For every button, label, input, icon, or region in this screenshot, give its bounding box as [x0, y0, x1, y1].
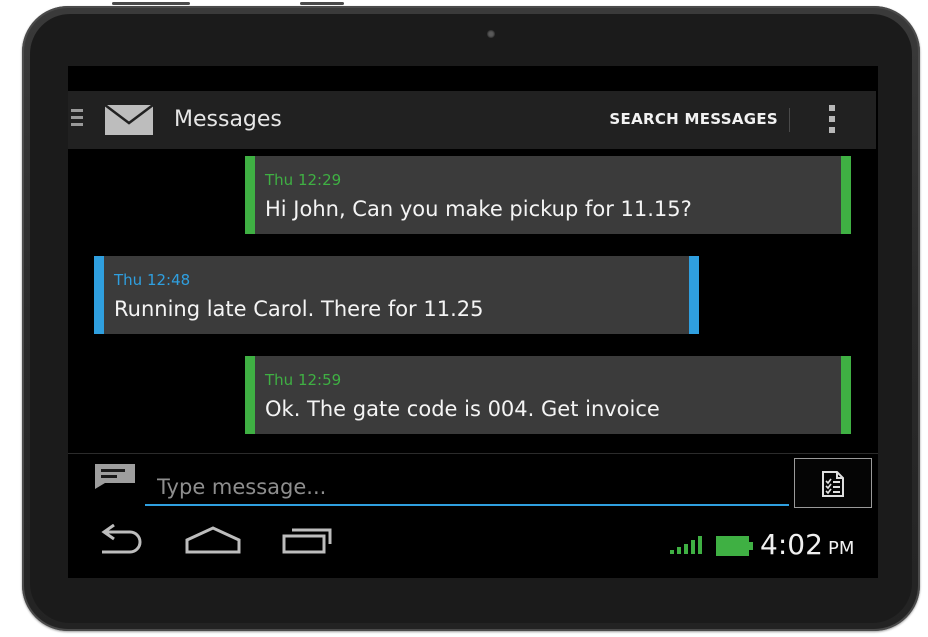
screen: Messages SEARCH MESSAGES Thu 12:29 Hi Jo… — [68, 66, 878, 578]
action-divider — [789, 108, 790, 132]
message-accent-bar — [245, 156, 255, 234]
compose-divider — [68, 453, 878, 454]
home-icon[interactable] — [184, 524, 242, 556]
message-accent-bar — [841, 156, 851, 234]
drawer-menu-icon[interactable] — [71, 109, 83, 130]
clock-ampm: PM — [828, 538, 855, 559]
search-messages-button[interactable]: SEARCH MESSAGES — [609, 110, 778, 128]
message-text: Running late Carol. There for 11.25 — [114, 297, 484, 321]
battery-icon — [716, 536, 753, 556]
message-bubble[interactable]: Thu 12:59 Ok. The gate code is 004. Get … — [245, 356, 851, 434]
document-list-icon — [822, 471, 844, 497]
message-text: Hi John, Can you make pickup for 11.15? — [265, 197, 692, 221]
status-area: 4:02 PM — [670, 528, 870, 562]
navigation-bar: 4:02 PM — [68, 516, 878, 578]
message-bubble[interactable]: Thu 12:48 Running late Carol. There for … — [94, 256, 699, 334]
message-text: Ok. The gate code is 004. Get invoice — [265, 397, 660, 421]
volume-key — [112, 2, 190, 5]
attach-button[interactable] — [794, 458, 872, 508]
message-accent-bar — [245, 356, 255, 434]
message-accent-bar — [841, 356, 851, 434]
envelope-icon — [104, 104, 154, 135]
action-bar: Messages SEARCH MESSAGES — [68, 91, 876, 149]
message-time: Thu 12:29 — [265, 171, 342, 189]
compose-message-icon[interactable] — [94, 463, 136, 489]
message-accent-bar — [94, 256, 104, 334]
back-icon[interactable] — [92, 524, 144, 556]
message-time: Thu 12:48 — [114, 271, 191, 289]
message-bubble[interactable]: Thu 12:29 Hi John, Can you make pickup f… — [245, 156, 851, 234]
signal-icon — [670, 536, 702, 554]
front-camera — [487, 30, 495, 38]
message-accent-bar — [689, 256, 699, 334]
power-key — [300, 2, 344, 5]
recent-apps-icon[interactable] — [282, 524, 336, 556]
overflow-menu-icon[interactable] — [829, 105, 837, 138]
message-time: Thu 12:59 — [265, 371, 342, 389]
message-input[interactable] — [145, 470, 789, 506]
clock-time: 4:02 — [760, 528, 823, 561]
page-title: Messages — [174, 107, 282, 132]
